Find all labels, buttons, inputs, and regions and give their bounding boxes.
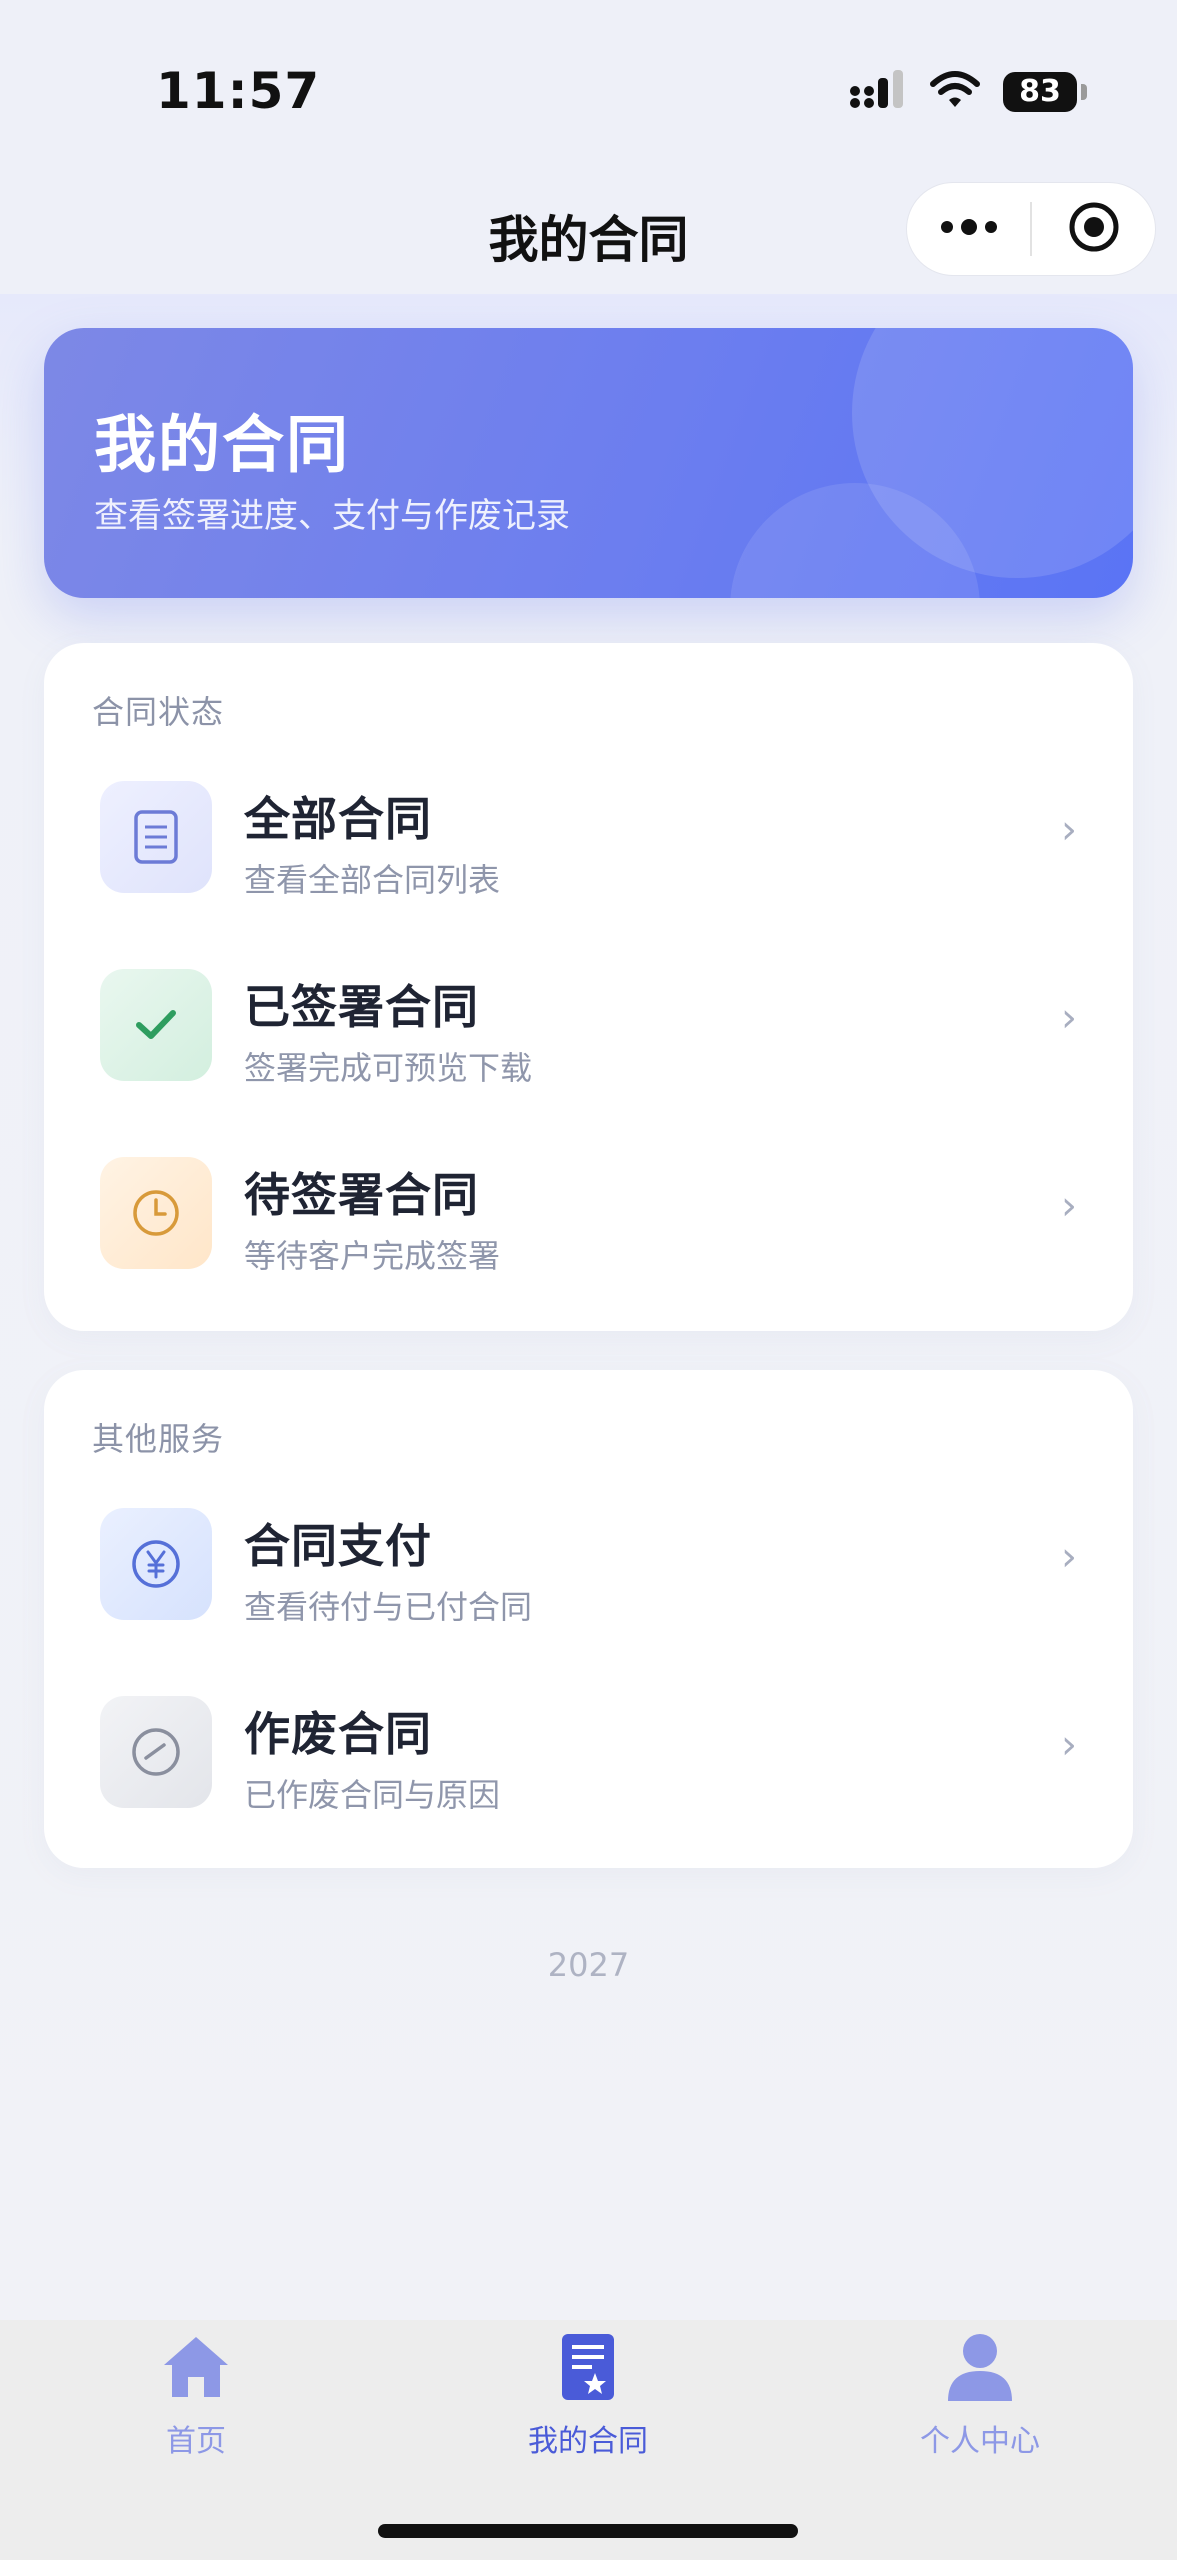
item-subtitle: 已作废合同与原因 <box>244 1776 501 1814</box>
status-bar: 11:57 83 <box>0 0 1177 180</box>
contract-icon <box>550 2330 626 2404</box>
banner-title: 我的合同 <box>94 408 351 481</box>
cellular-signal-icon <box>849 70 907 114</box>
contract-status-card: 合同状态 全部合同 查看全部合同列表 › 已签署合同 签署完成可预览下载 › 待… <box>44 643 1133 1331</box>
item-subtitle: 查看全部合同列表 <box>244 861 501 899</box>
status-icons: 83 <box>849 70 1087 114</box>
chevron-right-icon: › <box>1061 1183 1077 1229</box>
user-icon <box>942 2330 1018 2404</box>
chevron-right-icon: › <box>1061 1534 1077 1580</box>
section-label: 合同状态 <box>92 693 225 731</box>
list-item-void-contracts[interactable]: 作废合同 已作废合同与原因 › <box>44 1676 1133 1846</box>
item-title: 已签署合同 <box>244 980 479 1034</box>
footer-year: 2027 <box>547 1946 630 1984</box>
tab-label: 我的合同 <box>528 2424 648 2459</box>
item-subtitle: 签署完成可预览下载 <box>244 1049 533 1087</box>
list-item-all-contracts[interactable]: 全部合同 查看全部合同列表 › <box>44 761 1133 931</box>
chevron-right-icon: › <box>1061 807 1077 853</box>
other-services-card: 其他服务 合同支付 查看待付与已付合同 › 作废合同 已作废合同与原因 › <box>44 1370 1133 1868</box>
miniprogram-capsule <box>906 182 1156 276</box>
battery-level: 83 <box>1019 74 1061 109</box>
status-time: 11:57 <box>156 62 321 120</box>
tab-home[interactable]: 首页 <box>0 2330 392 2460</box>
item-title: 待签署合同 <box>244 1168 479 1222</box>
chevron-right-icon: › <box>1061 995 1077 1041</box>
yen-icon <box>100 1508 212 1620</box>
list-item-contract-payment[interactable]: 合同支付 查看待付与已付合同 › <box>44 1488 1133 1658</box>
tab-label: 首页 <box>166 2424 226 2459</box>
item-title: 合同支付 <box>244 1519 432 1573</box>
item-subtitle: 查看待付与已付合同 <box>244 1588 533 1626</box>
close-miniprogram-button[interactable] <box>1032 183 1155 275</box>
list-item-pending-contracts[interactable]: 待签署合同 等待客户完成签署 › <box>44 1137 1133 1307</box>
section-label: 其他服务 <box>92 1420 225 1458</box>
clock-icon <box>100 1157 212 1269</box>
tab-profile[interactable]: 个人中心 <box>784 2330 1176 2460</box>
target-icon <box>1067 200 1121 258</box>
item-title: 作废合同 <box>244 1707 432 1761</box>
battery-cap <box>1081 84 1087 100</box>
wifi-icon <box>929 70 981 114</box>
item-title: 全部合同 <box>244 792 432 846</box>
check-icon <box>100 969 212 1081</box>
tab-my-contracts[interactable]: 我的合同 <box>392 2330 784 2460</box>
banner-subtitle: 查看签署进度、支付与作废记录 <box>94 496 570 536</box>
battery-indicator: 83 <box>1003 72 1087 112</box>
more-button[interactable] <box>907 183 1030 275</box>
document-icon <box>100 781 212 893</box>
void-icon <box>100 1696 212 1808</box>
item-subtitle: 等待客户完成签署 <box>244 1237 501 1275</box>
home-icon <box>158 2330 234 2404</box>
header-banner: 我的合同 查看签署进度、支付与作废记录 <box>44 328 1133 598</box>
chevron-right-icon: › <box>1061 1722 1077 1768</box>
home-indicator <box>378 2524 798 2538</box>
list-item-signed-contracts[interactable]: 已签署合同 签署完成可预览下载 › <box>44 949 1133 1119</box>
tab-label: 个人中心 <box>920 2424 1040 2459</box>
more-dots-icon <box>939 217 999 241</box>
